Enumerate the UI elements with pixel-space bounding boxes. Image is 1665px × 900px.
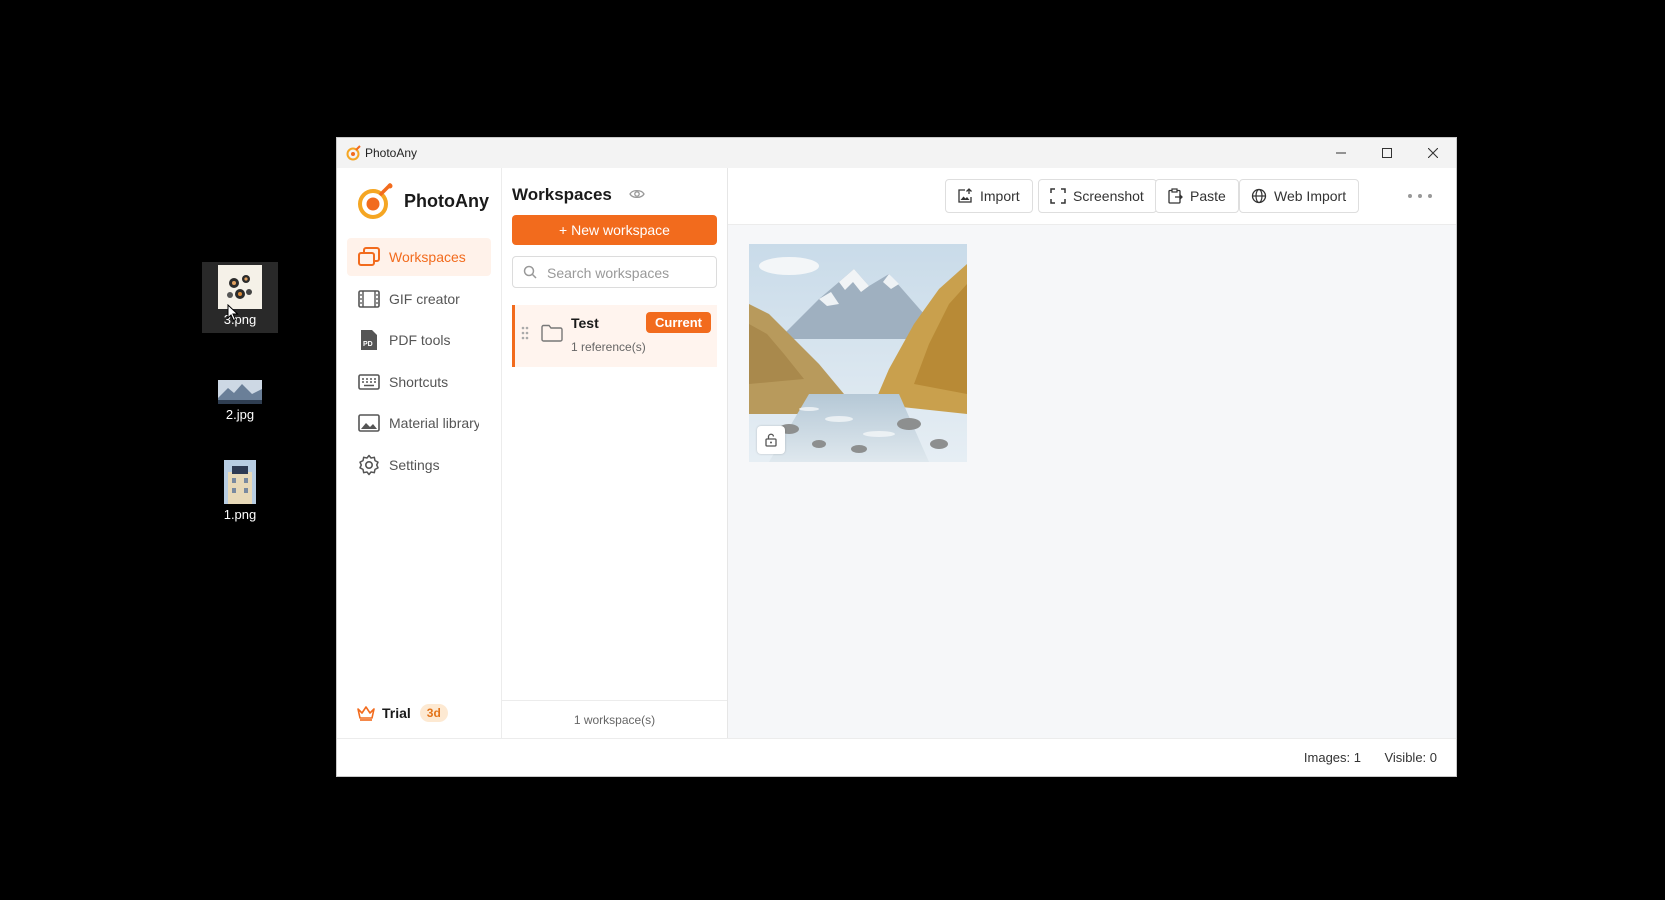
trial-days-badge: 3d [419, 704, 448, 722]
desktop-icon-label: 3.png [223, 312, 257, 327]
workspace-refs: 1 reference(s) [571, 340, 646, 354]
main-canvas: Import Screenshot Paste Web Import [728, 168, 1456, 739]
minimize-button[interactable] [1318, 138, 1364, 168]
desktop-icon-1png[interactable]: 1.png [202, 460, 278, 522]
web-import-button[interactable]: Web Import [1239, 179, 1360, 213]
import-icon [958, 188, 972, 203]
sidebar-item-label: Material library [389, 415, 479, 431]
sidebar-item-label: Shortcuts [389, 374, 449, 390]
gear-icon [357, 453, 381, 477]
images-count: Images: 1 [1303, 750, 1361, 765]
sidebar-item-label: Workspaces [389, 249, 466, 265]
screenshot-label: Screenshot [1073, 188, 1144, 204]
workspace-search [512, 256, 717, 289]
toolbar: Import Screenshot Paste Web Import [728, 168, 1456, 225]
gif-icon [357, 287, 381, 311]
more-options-icon[interactable] [1408, 187, 1432, 205]
minimize-icon [1336, 152, 1346, 154]
import-label: Import [980, 188, 1020, 204]
sidebar: PhotoAny Workspaces GIF creator PD PDF t… [337, 168, 502, 739]
maximize-button[interactable] [1364, 138, 1410, 168]
title-bar: PhotoAny [337, 138, 1456, 168]
paste-icon [1168, 188, 1183, 204]
search-icon [523, 265, 537, 279]
workspaces-icon [357, 245, 381, 269]
crown-icon [357, 706, 375, 721]
desktop-icon-label: 2.jpg [225, 407, 255, 422]
sidebar-item-gif-creator[interactable]: GIF creator [347, 280, 491, 318]
app-logo-icon [346, 145, 361, 161]
status-bar: Images: 1 Visible: 0 [337, 738, 1456, 776]
folder-icon [541, 324, 563, 342]
web-import-label: Web Import [1274, 188, 1347, 204]
unlock-button[interactable] [757, 426, 785, 454]
sidebar-item-settings[interactable]: Settings [347, 446, 491, 484]
panel-title: Workspaces [512, 185, 612, 204]
keyboard-icon [357, 370, 381, 394]
paste-button[interactable]: Paste [1155, 179, 1239, 213]
current-badge: Current [646, 312, 711, 333]
screenshot-icon [1050, 188, 1066, 204]
sidebar-item-label: Settings [389, 457, 440, 473]
sidebar-item-pdf-tools[interactable]: PD PDF tools [347, 321, 491, 359]
visible-count: Visible: 0 [1384, 750, 1437, 765]
image-thumbnail [224, 460, 256, 504]
import-button[interactable]: Import [945, 179, 1033, 213]
pdf-icon: PD [357, 328, 381, 352]
maximize-icon [1382, 148, 1392, 158]
image-thumbnail [218, 265, 262, 309]
image-thumbnail [218, 380, 262, 404]
trial-indicator[interactable]: Trial 3d [357, 704, 448, 722]
desktop-icon-label: 1.png [223, 507, 257, 522]
workspace-item-test[interactable]: Test 1 reference(s) Current [512, 305, 717, 367]
workspace-name: Test [571, 315, 599, 331]
trial-label: Trial [382, 705, 411, 721]
close-icon [1428, 148, 1438, 158]
brand-name: PhotoAny [404, 190, 489, 211]
workspace-count: 1 workspace(s) [502, 700, 727, 739]
brand: PhotoAny [357, 182, 489, 220]
drag-handle-icon[interactable] [521, 326, 529, 340]
image-thumbnail[interactable] [749, 244, 967, 462]
mouse-cursor-icon [227, 304, 239, 322]
desktop-icon-2jpg[interactable]: 2.jpg [202, 380, 278, 422]
screenshot-button[interactable]: Screenshot [1038, 179, 1157, 213]
globe-icon [1251, 188, 1267, 204]
sidebar-item-material-library[interactable]: Material library [347, 404, 491, 442]
sidebar-item-workspaces[interactable]: Workspaces [347, 238, 491, 276]
app-window: PhotoAny PhotoAny Workspaces GIF creator… [336, 137, 1457, 777]
paste-label: Paste [1190, 188, 1226, 204]
svg-text:PD: PD [363, 341, 373, 348]
sidebar-item-label: GIF creator [389, 291, 460, 307]
image-icon [357, 411, 381, 435]
close-button[interactable] [1410, 138, 1456, 168]
unlock-icon [765, 433, 777, 447]
search-input[interactable] [545, 257, 714, 289]
sidebar-item-label: PDF tools [389, 332, 451, 348]
app-logo-icon [358, 183, 393, 219]
desktop-icon-3png[interactable]: 3.png [202, 262, 278, 333]
workspaces-panel: Workspaces + New workspace Test 1 refere… [502, 168, 728, 739]
window-title: PhotoAny [365, 146, 418, 160]
new-workspace-button[interactable]: + New workspace [512, 215, 717, 245]
eye-icon[interactable] [629, 188, 645, 200]
sidebar-item-shortcuts[interactable]: Shortcuts [347, 363, 491, 401]
